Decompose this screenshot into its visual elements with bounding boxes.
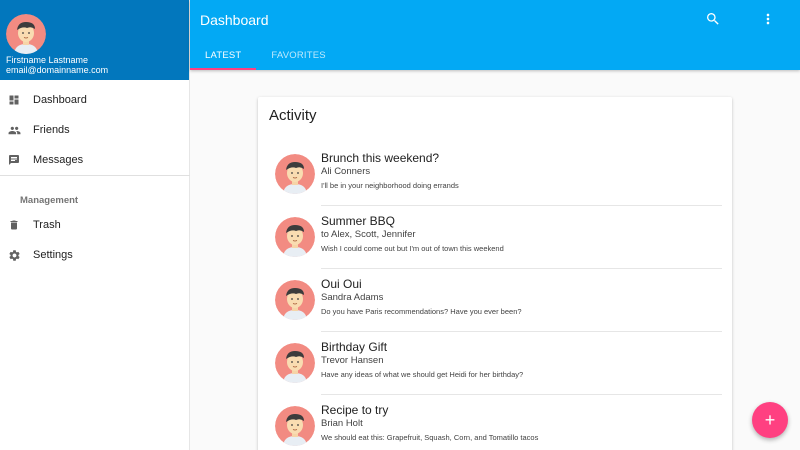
nav-item-dashboard[interactable]: Dashboard — [0, 85, 190, 115]
item-body: We should eat this: Grapefruit, Squash, … — [321, 433, 539, 442]
nav-item-settings[interactable]: Settings — [0, 240, 190, 270]
item-body: Have any ideas of what we should get Hei… — [321, 370, 524, 379]
dashboard-icon — [7, 93, 21, 107]
navigation-drawer: Firstname Lastname email@domainname.com … — [0, 0, 190, 450]
section-label-management: Management — [20, 195, 79, 206]
item-title: Brunch this weekend? — [321, 151, 440, 165]
user-email: email@domainname.com — [6, 65, 109, 75]
gear-icon — [7, 248, 21, 262]
message-icon — [7, 153, 21, 167]
item-body: Do you have Paris recommendations? Have … — [321, 307, 522, 316]
avatar — [275, 217, 315, 257]
item-title: Oui Oui — [321, 277, 362, 291]
list-item[interactable]: Summer BBQ to Alex, Scott, Jennifer Wish I… — [258, 206, 732, 269]
item-subtitle: Ali Conners — [321, 166, 371, 177]
trash-icon — [7, 218, 21, 232]
tab-latest[interactable]: LATEST — [190, 40, 257, 70]
activity-list: Brunch this weekend? Ali Conners I'll be i… — [258, 143, 732, 450]
nav-item-label: Dashboard — [33, 94, 87, 106]
list-item[interactable]: Birthday Gift Trevor Hansen Have any ideas… — [258, 332, 732, 395]
user-name: Firstname Lastname — [6, 55, 89, 65]
user-avatar[interactable] — [6, 14, 46, 54]
item-title: Summer BBQ — [321, 214, 396, 228]
drawer-header: Firstname Lastname email@domainname.com — [0, 0, 189, 80]
avatar — [275, 154, 315, 194]
add-button[interactable]: + — [752, 402, 788, 438]
item-body: I'll be in your neighborhood doing erran… — [321, 181, 459, 190]
people-icon — [7, 123, 21, 137]
item-subtitle: Brian Holt — [321, 418, 363, 429]
more-vert-icon[interactable] — [760, 11, 776, 27]
app-bar: Dashboard LATEST FAVORITES — [190, 0, 800, 70]
nav-item-label: Friends — [33, 124, 70, 136]
add-icon: + — [764, 410, 776, 430]
nav-item-friends[interactable]: Friends — [0, 115, 190, 145]
nav-item-messages[interactable]: Messages — [0, 145, 190, 175]
item-subtitle: to Alex, Scott, Jennifer — [321, 229, 416, 240]
item-title: Birthday Gift — [321, 340, 388, 354]
drawer-nav: Dashboard Friends Messages Management Tr… — [0, 85, 190, 270]
tab-bar: LATEST FAVORITES — [190, 40, 341, 70]
tab-favorites[interactable]: FAVORITES — [256, 40, 340, 70]
item-subtitle: Sandra Adams — [321, 292, 384, 303]
card-title: Activity — [269, 107, 317, 124]
avatar — [275, 406, 315, 446]
page-title: Dashboard — [200, 12, 269, 28]
nav-item-label: Settings — [33, 249, 73, 261]
search-icon[interactable] — [705, 11, 721, 27]
nav-item-label: Messages — [33, 154, 84, 166]
list-item[interactable]: Recipe to try Brian Holt We should eat thi… — [258, 395, 732, 450]
item-subtitle: Trevor Hansen — [321, 355, 384, 366]
activity-card: Activity Brunch this weekend? Ali Conners… — [258, 97, 732, 450]
avatar — [275, 280, 315, 320]
nav-item-trash[interactable]: Trash — [0, 210, 190, 240]
list-item[interactable]: Brunch this weekend? Ali Conners I'll be i… — [258, 143, 732, 206]
list-item[interactable]: Oui Oui Sandra Adams Do you have Paris rec… — [258, 269, 732, 332]
item-body: Wish I could come out but I'm out of tow… — [321, 244, 504, 253]
item-title: Recipe to try — [321, 403, 389, 417]
avatar — [275, 343, 315, 383]
nav-item-label: Trash — [33, 219, 61, 231]
